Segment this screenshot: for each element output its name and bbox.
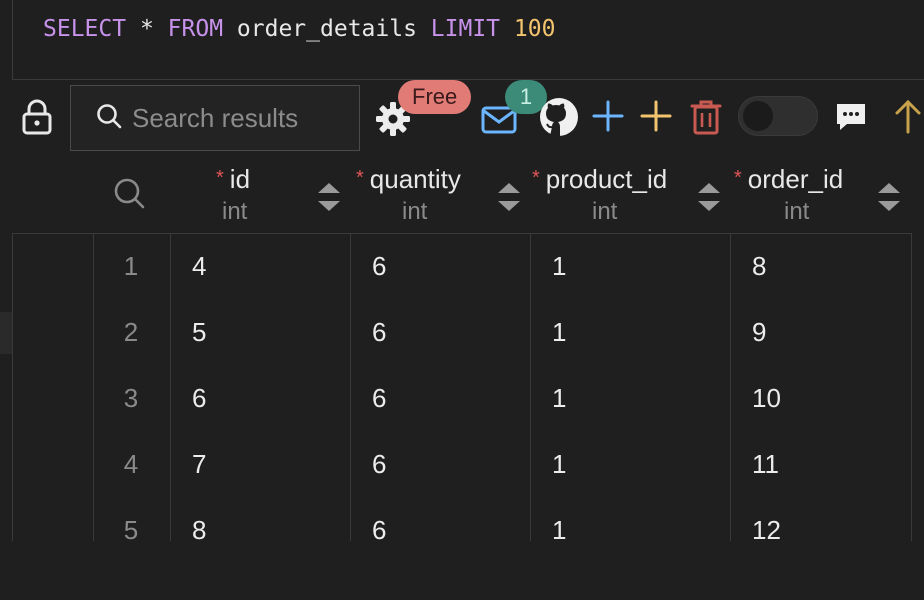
- cell-quantity[interactable]: 6: [372, 251, 386, 282]
- column-header-order-id[interactable]: * order_id int: [732, 162, 912, 232]
- sql-keyword-select: SELECT: [43, 16, 127, 42]
- column-search-icon[interactable]: [112, 176, 148, 212]
- cell-product-id[interactable]: 1: [552, 317, 566, 348]
- column-header-quantity[interactable]: * quantity int: [352, 162, 530, 232]
- sort-icon[interactable]: [696, 180, 722, 214]
- cell-id[interactable]: 5: [192, 317, 206, 348]
- column-header-id[interactable]: * id int: [172, 162, 350, 232]
- row-number: 4: [123, 449, 139, 479]
- column-header-product-id[interactable]: * product_id int: [532, 162, 730, 232]
- toggle-switch[interactable]: [738, 96, 818, 136]
- cell-product-id[interactable]: 1: [552, 449, 566, 480]
- sql-table-name: order_details: [236, 16, 417, 42]
- add-column-plus-icon[interactable]: [636, 96, 676, 136]
- column-type: int: [592, 198, 618, 225]
- column-name: id: [229, 164, 251, 194]
- cell-order-id[interactable]: 8: [752, 251, 766, 282]
- cell-order-id[interactable]: 10: [752, 383, 781, 414]
- cell-order-id[interactable]: 12: [752, 515, 781, 541]
- column-name: order_id: [747, 164, 844, 194]
- sort-icon[interactable]: [316, 180, 342, 214]
- sort-icon[interactable]: [496, 180, 522, 214]
- cell-quantity[interactable]: 6: [372, 449, 386, 480]
- cell-product-id[interactable]: 1: [552, 383, 566, 414]
- row-number: 1: [123, 251, 139, 281]
- row-number: 2: [123, 317, 139, 347]
- cell-quantity[interactable]: 6: [372, 515, 386, 541]
- required-marker: *: [532, 167, 540, 189]
- table-row[interactable]: 2 5 6 1 9: [0, 317, 924, 383]
- cell-product-id[interactable]: 1: [552, 515, 566, 541]
- sql-limit-value: 100: [513, 16, 556, 42]
- required-marker: *: [734, 167, 742, 189]
- sort-icon[interactable]: [876, 180, 902, 214]
- table-row[interactable]: 3 6 6 1 10: [0, 383, 924, 449]
- free-badge[interactable]: Free: [398, 80, 472, 114]
- result-grid: * id int * quantity int * product_id int * o…: [0, 156, 924, 541]
- panel-resize-handle[interactable]: [0, 312, 12, 354]
- cell-id[interactable]: 7: [192, 449, 206, 480]
- column-type: int: [402, 198, 428, 225]
- sql-keyword-from: FROM: [167, 16, 224, 42]
- search-icon: [96, 103, 122, 134]
- toolbar: Free 1: [0, 80, 924, 156]
- column-name: product_id: [545, 164, 668, 194]
- cell-order-id[interactable]: 11: [752, 449, 779, 480]
- cell-quantity[interactable]: 6: [372, 383, 386, 414]
- cell-id[interactable]: 8: [192, 515, 206, 541]
- table-row[interactable]: 5 8 6 1 12: [0, 515, 924, 541]
- toggle-knob: [743, 101, 773, 131]
- sql-star: *: [139, 16, 154, 42]
- trash-icon[interactable]: [686, 96, 726, 138]
- search-input[interactable]: [132, 102, 352, 134]
- table-row[interactable]: 1 4 6 1 8: [0, 251, 924, 317]
- table-row[interactable]: 4 7 6 1 11: [0, 449, 924, 515]
- required-marker: *: [356, 167, 364, 189]
- search-results-box[interactable]: [70, 85, 360, 151]
- cell-id[interactable]: 4: [192, 251, 206, 282]
- column-type: int: [784, 198, 810, 225]
- sql-query[interactable]: SELECT * FROM order_details LIMIT 100: [43, 16, 555, 42]
- row-number: 3: [123, 383, 139, 413]
- row-number: 5: [123, 515, 139, 541]
- column-type: int: [222, 198, 248, 225]
- cell-id[interactable]: 6: [192, 383, 206, 414]
- sql-editor[interactable]: SELECT * FROM order_details LIMIT 100: [12, 0, 924, 80]
- cell-order-id[interactable]: 9: [752, 317, 766, 348]
- sql-keyword-limit: LIMIT: [430, 16, 501, 42]
- github-icon[interactable]: [538, 96, 580, 138]
- column-name: quantity: [369, 164, 461, 194]
- add-row-plus-icon[interactable]: [588, 96, 628, 136]
- chat-icon[interactable]: [832, 98, 870, 136]
- arrow-up-icon[interactable]: [892, 96, 924, 136]
- cell-quantity[interactable]: 6: [372, 317, 386, 348]
- lock-icon[interactable]: [18, 98, 56, 136]
- required-marker: *: [216, 167, 224, 189]
- cell-product-id[interactable]: 1: [552, 251, 566, 282]
